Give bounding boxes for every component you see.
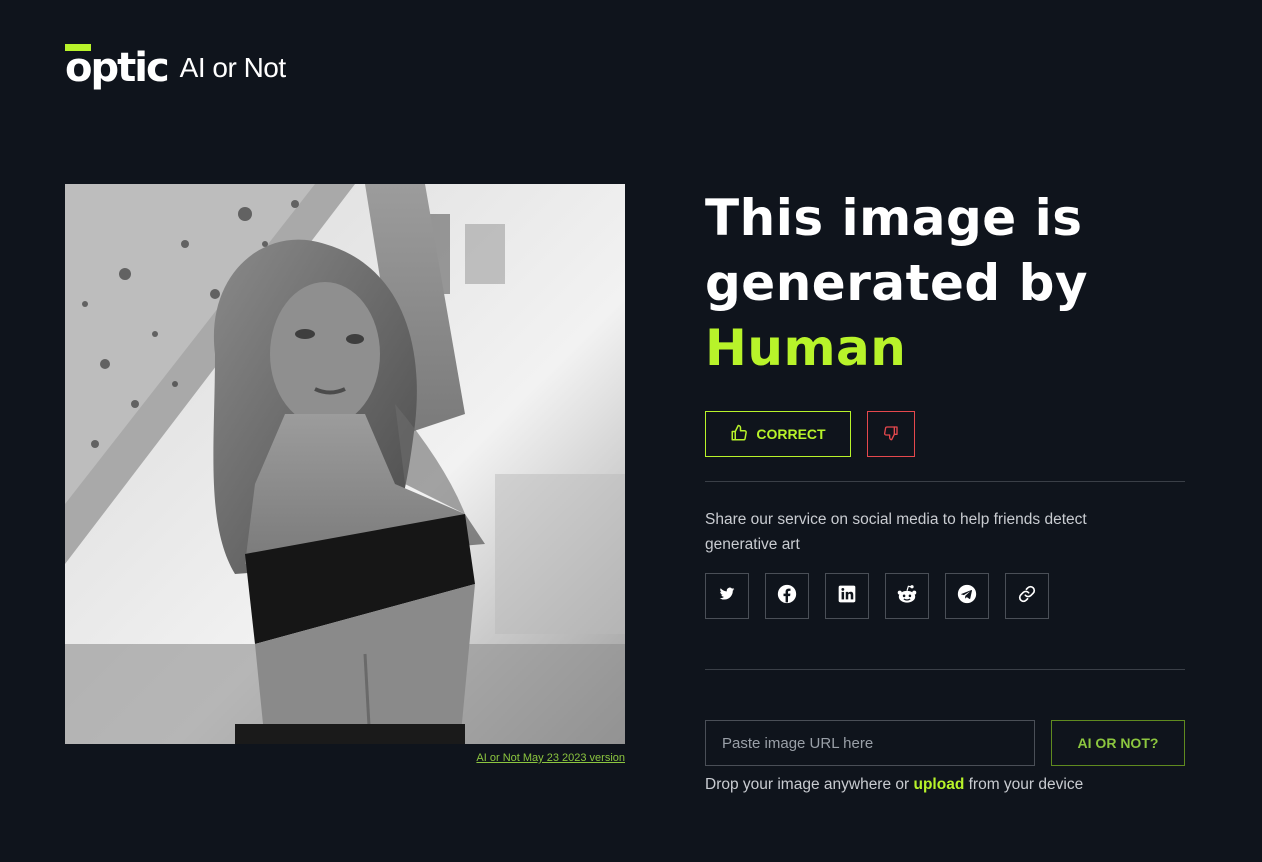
feedback-row: CORRECT xyxy=(705,411,915,457)
result-headline: This image is generated by Human xyxy=(705,186,1205,381)
thumbs-down-icon xyxy=(883,425,899,444)
copy-link-button[interactable] xyxy=(1005,573,1049,619)
facebook-icon xyxy=(777,584,797,608)
logo-wordmark: optic xyxy=(65,45,170,91)
verdict-label: Human xyxy=(705,319,907,377)
social-share-row xyxy=(705,573,1049,619)
correct-label: CORRECT xyxy=(756,426,826,442)
upload-link[interactable]: upload xyxy=(914,776,965,793)
twitter-icon xyxy=(719,586,735,606)
drop-hint: Drop your image anywhere or upload from … xyxy=(705,776,1083,794)
version-link[interactable]: AI or Not May 23 2023 version xyxy=(65,752,625,764)
share-text: Share our service on social media to hel… xyxy=(705,511,1087,553)
telegram-icon xyxy=(957,584,977,608)
share-twitter-button[interactable] xyxy=(705,573,749,619)
headline-line-1: This image is xyxy=(705,189,1083,247)
share-telegram-button[interactable] xyxy=(945,573,989,619)
divider xyxy=(705,481,1185,482)
ai-or-not-button[interactable]: AI OR NOT? xyxy=(1051,720,1185,766)
thumbs-up-icon xyxy=(730,424,748,445)
optic-logo: optic xyxy=(65,44,170,91)
drop-suffix: from your device xyxy=(968,776,1084,793)
share-linkedin-button[interactable] xyxy=(825,573,869,619)
headline-line-2: generated by xyxy=(705,254,1089,312)
logo-accent-bar xyxy=(65,44,91,51)
drop-prefix: Drop your image anywhere or xyxy=(705,776,910,793)
logo[interactable]: optic AI or Not xyxy=(65,42,286,88)
share-facebook-button[interactable] xyxy=(765,573,809,619)
incorrect-button[interactable] xyxy=(867,411,915,457)
image-url-input[interactable] xyxy=(705,720,1035,766)
link-icon xyxy=(1017,584,1037,608)
product-name: AI or Not xyxy=(179,52,286,83)
linkedin-icon xyxy=(837,584,857,608)
result-image xyxy=(65,184,625,744)
reddit-icon xyxy=(896,584,918,608)
correct-button[interactable]: CORRECT xyxy=(705,411,851,457)
share-reddit-button[interactable] xyxy=(885,573,929,619)
divider xyxy=(705,669,1185,670)
